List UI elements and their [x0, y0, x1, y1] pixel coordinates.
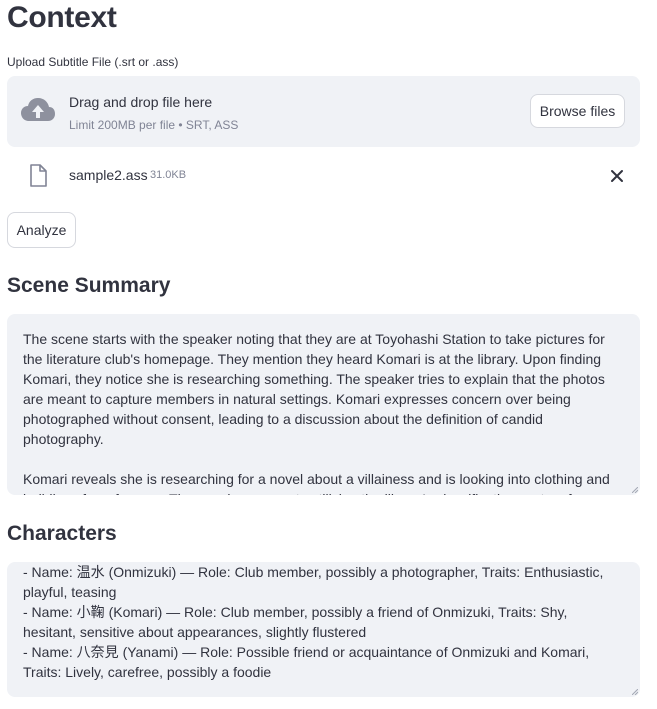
uploaded-file-name: sample2.ass	[69, 167, 148, 183]
resize-handle-icon[interactable]	[632, 487, 638, 493]
dropzone-limit-text: Limit 200MB per file • SRT, ASS	[69, 118, 239, 132]
scene-summary-heading: Scene Summary	[7, 274, 171, 297]
file-icon	[30, 164, 47, 187]
close-icon[interactable]	[607, 166, 627, 186]
analyze-button[interactable]: Analyze	[7, 212, 76, 248]
characters-textarea[interactable]: - Name: 温水 (Onmizuki) — Role: Club membe…	[7, 562, 640, 697]
resize-handle-icon[interactable]	[632, 689, 638, 695]
uploaded-file-size: 31.0KB	[150, 169, 187, 181]
characters-heading: Characters	[7, 522, 117, 545]
scene-summary-textarea[interactable]: The scene starts with the speaker noting…	[7, 314, 640, 495]
browse-files-button[interactable]: Browse files	[530, 94, 625, 128]
page-title: Context	[7, 1, 117, 34]
cloud-upload-icon	[21, 98, 55, 121]
upload-label: Upload Subtitle File (.srt or .ass)	[7, 55, 179, 69]
dropzone-primary-text: Drag and drop file here	[69, 94, 213, 110]
